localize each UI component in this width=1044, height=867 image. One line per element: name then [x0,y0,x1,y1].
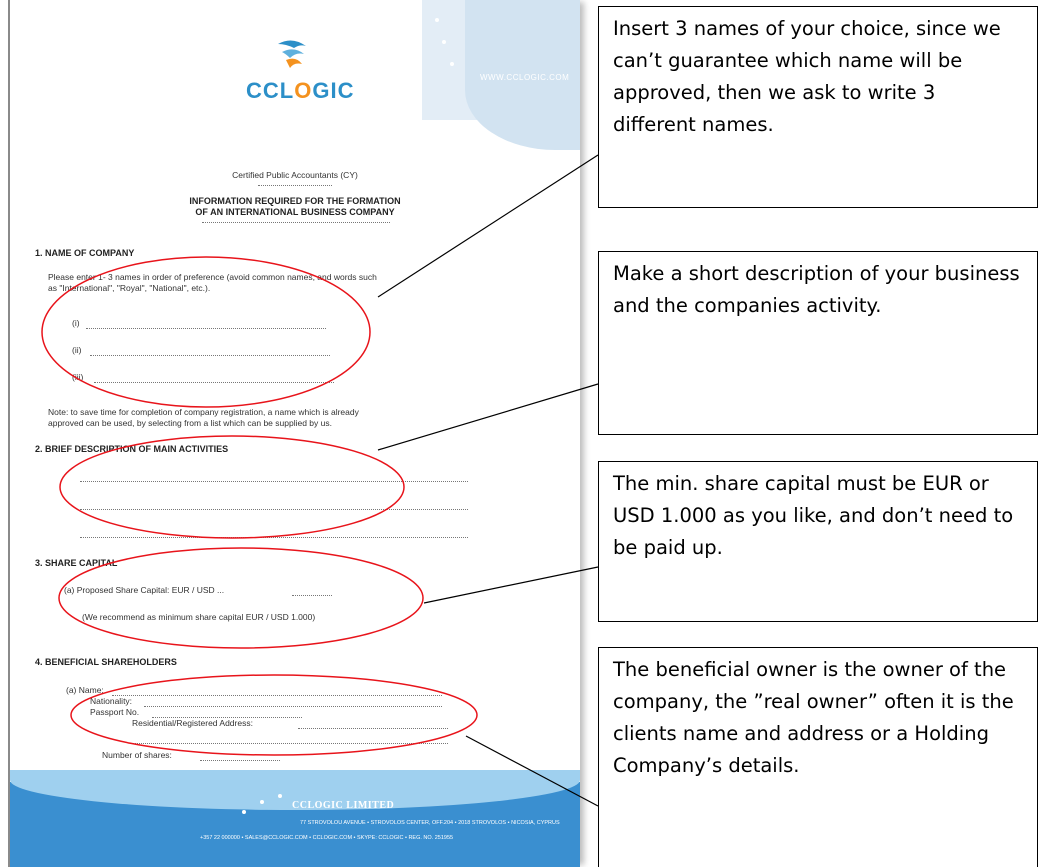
share-capital-line: (a) Proposed Share Capital: EUR / USD ..… [64,585,225,595]
document-heading-line1: INFORMATION REQUIRED FOR THE FORMATION [189,196,401,206]
field-nationality-label: Nationality: [90,696,133,706]
document-heading-line2: OF AN INTERNATIONAL BUSINESS COMPANY [195,207,395,217]
field-nationality-input[interactable] [144,705,442,707]
swoosh-dot [450,62,454,66]
description-line[interactable] [80,508,468,510]
divider [202,221,390,223]
callout-main-activities: Make a short description of your busines… [598,251,1038,435]
field-passport-label: Passport No. [90,707,140,717]
footer-address: 77 STROVOLOU AVENUE • STROVOLOS CENTER, … [300,820,560,826]
section-1-text: as "International", "Royal", "National",… [48,283,211,293]
field-address-input-2[interactable] [132,742,448,744]
swoosh-dot [242,810,246,814]
description-line[interactable] [80,480,468,482]
name-label-i: (i) [72,318,80,328]
swoosh-dot [435,18,439,22]
note-text: Note: to save time for completion of com… [48,407,359,417]
field-shares-input[interactable] [200,759,280,761]
footer-company-name: CCLOGIC LIMITED [292,800,395,811]
field-shares-label: Number of shares: [102,750,172,760]
section-2-title: 2. BRIEF DESCRIPTION OF MAIN ACTIVITIES [35,444,229,454]
section-1-title: 1. NAME OF COMPANY [35,248,135,258]
swoosh-dot [260,800,264,804]
document-page: WWW.CCLOGIC.COM CCLOGIC Certified Public… [8,0,580,867]
callout-company-names: Insert 3 names of your choice, since we … [598,6,1038,208]
footer-contacts: +357 22 000000 • SALES@CCLOGIC.COM • CCL… [200,835,454,841]
name-label-ii: (ii) [72,345,82,355]
callout-share-capital: The min. share capital must be EUR or US… [598,461,1038,622]
field-name-label: (a) Name: [66,685,104,695]
note-text: approved can be used, by selecting from … [48,418,332,428]
field-address-input[interactable] [298,727,448,729]
section-1-text: Please enter 1- 3 names in order of pref… [48,272,377,282]
divider [258,184,332,186]
callout-beneficial-owner: The beneficial owner is the owner of the… [598,647,1038,867]
document-subtitle: Certified Public Accountants (CY) [232,170,358,180]
site-url: WWW.CCLOGIC.COM [480,73,570,82]
share-capital-note: (We recommend as minimum share capital E… [82,612,316,622]
swoosh-dot [442,40,446,44]
logo-text: CCLOGIC [246,78,355,103]
section-3-title: 3. SHARE CAPITAL [35,558,118,568]
swoosh-dot [278,794,282,798]
logo-icon [278,40,306,68]
name-label-iii: (iii) [72,372,84,382]
section-4-title: 4. BENEFICIAL SHAREHOLDERS [35,657,177,667]
name-field-i[interactable] [86,327,326,329]
description-line[interactable] [80,536,468,538]
field-address-label: Residential/Registered Address: [132,718,253,728]
share-capital-field[interactable] [292,594,332,596]
name-field-iii[interactable] [94,381,334,383]
name-field-ii[interactable] [90,354,330,356]
field-name-input[interactable] [112,694,442,696]
